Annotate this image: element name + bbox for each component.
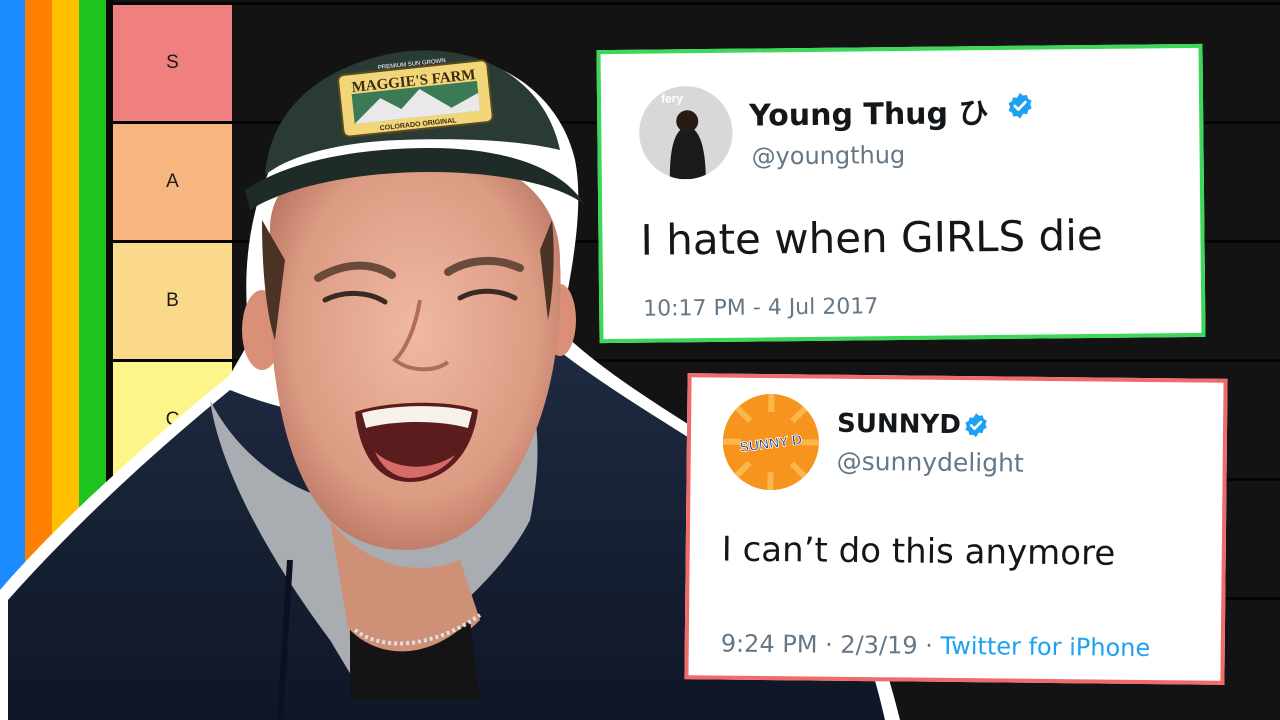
tier-label-c: C [113,362,232,478]
tweet-author-name: Young Thug ひ [748,96,989,134]
tweet-timestamp: 9:24 PM · 2/3/19 · Twitter for iPhone [721,630,1151,662]
tweet-time-text: 9:24 PM · 2/3/19 · [720,629,941,660]
tier-label-d [113,481,232,720]
tweet-text: I can’t do this anymore [721,529,1116,574]
tier-label-s: S [113,5,232,121]
young-thug-avatar: fery [638,85,733,180]
verified-badge-icon [965,413,987,438]
avatar-caption: fery [661,91,683,105]
tweet-text: I hate when GIRLS die [640,210,1103,265]
tweet-card-sunnyd: SUNNY D SUNNYD @sunnydelight I can’t do … [684,373,1228,685]
verified-badge-icon [1008,92,1032,119]
tweet-author-name: SUNNYD [836,408,962,441]
tweet-author-handle: @youngthug [751,140,906,171]
tweet-source-link[interactable]: Twitter for iPhone [940,632,1150,662]
tier-label-b: B [113,243,232,359]
stripe-orange [25,0,52,720]
tweet-timestamp: 10:17 PM - 4 Jul 2017 [643,294,879,322]
tier-label-a: A [113,124,232,240]
sunnyd-avatar: SUNNY D [722,393,820,491]
stripe-yellow [52,0,79,720]
tweet-card-young-thug: fery Young Thug ひ @youngthug I hate when… [596,43,1206,344]
tier-row-divider [110,2,1280,5]
tweet-author-handle: @sunnydelight [836,446,1024,478]
stripe-blue [0,0,25,720]
tier-row-divider [110,359,1280,362]
stripe-green [79,0,106,720]
